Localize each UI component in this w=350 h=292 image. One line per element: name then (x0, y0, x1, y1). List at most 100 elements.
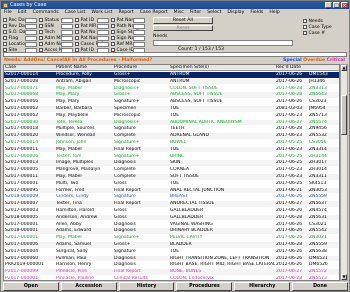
checkbox-icon[interactable] (111, 42, 115, 46)
column-header[interactable]: Specimen Site(s) (170, 65, 209, 70)
table-row[interactable]: S2017-000066 May, Mary Signature+ ABSCESS, … (4, 99, 339, 105)
filter-value-input[interactable] (25, 41, 37, 47)
scroll-up-icon[interactable]: ▲ (341, 65, 347, 71)
table-row[interactable]: S2017-000001 Multi, Two Gross TOE 2017-06-25… (4, 181, 339, 187)
checkbox-icon[interactable] (303, 19, 307, 23)
table-row[interactable]: S2017-000095 Former, Fred Final Report ANAL… (4, 187, 339, 194)
column-header[interactable]: Rec'd Date (276, 65, 301, 70)
reset-all-button[interactable]: Reset All (153, 17, 213, 24)
checkbox-icon[interactable] (111, 30, 115, 34)
checkbox-icon[interactable] (75, 18, 79, 22)
menu-item[interactable]: Edit (18, 10, 27, 15)
search-input[interactable] (3, 52, 347, 57)
table-row[interactable]: P2017-000099 Pinnacle, Pine Final Report BO… (4, 269, 339, 275)
checkbox-icon[interactable] (75, 24, 79, 28)
checkbox-icon[interactable] (39, 18, 43, 22)
close-button[interactable]: × (341, 2, 348, 9)
checkbox-icon[interactable] (39, 36, 43, 40)
menu-item[interactable]: Work List (91, 10, 112, 15)
bottom-button[interactable]: Accession (60, 282, 117, 291)
table-row[interactable]: S2017-000062 May, Maybelle Microscopic TOE 2… (4, 113, 339, 119)
menu-item[interactable]: Help (269, 10, 279, 15)
filter-value-input[interactable] (25, 35, 37, 41)
checkbox-icon[interactable] (303, 31, 307, 35)
checkbox-icon[interactable] (75, 42, 79, 46)
filter-value-input[interactable] (133, 35, 145, 41)
table-row[interactable]: S2017-000001 May, Mabel Signature+ PELVIC C… (4, 235, 339, 241)
scroll-thumb[interactable] (341, 95, 347, 135)
checkbox-icon[interactable] (75, 36, 79, 40)
menu-item[interactable]: Commands (33, 10, 59, 15)
table-row[interactable]: S2018-000005 Anderson, Andrew Gross GALLBLA… (4, 214, 339, 221)
checkbox-icon[interactable] (111, 36, 115, 40)
table-row[interactable]: S2018-000001 Adams, Edward Diagnosis URINAR… (4, 228, 339, 234)
bottom-button[interactable]: Procedures (176, 282, 233, 291)
checkbox-icon[interactable] (111, 24, 115, 28)
table-row[interactable]: S2017-000011 May, Mabel Final Report TOE 201… (4, 146, 339, 153)
table-row[interactable]: S2017-000014 Johnson, John Signature+ BOWEL… (4, 140, 339, 146)
filter-value-input[interactable] (61, 29, 73, 35)
menu-item[interactable]: Report (118, 10, 133, 15)
table-row[interactable]: PRA2019-000001 Harrison, Henry Diagnosis RI… (4, 262, 339, 268)
table-row[interactable]: S2017-000062 Barber, Barbara Specimen TOE 20… (4, 106, 339, 112)
table-row[interactable]: S2017-000018 Multiple, Sources Signature TE… (4, 126, 339, 132)
filter-value-input[interactable] (61, 35, 73, 41)
table-row[interactable]: S2017-000003 Hamilton, Harold Gross GALLBLA… (4, 208, 339, 214)
minimize-button[interactable]: _ (325, 2, 332, 9)
filter-value-input[interactable] (97, 23, 109, 29)
filter-value-input[interactable] (61, 41, 73, 47)
filter-value-input[interactable] (133, 23, 145, 29)
checkbox-icon[interactable] (3, 18, 7, 22)
table-row[interactable]: S2017-000020 Windsor, Wendall Complete ADRE… (4, 133, 339, 139)
menu-item[interactable]: Select (207, 10, 221, 15)
filter-value-input[interactable] (133, 29, 145, 35)
table-row[interactable]: S2017-000007 Tester, Tina Final Report ANOR… (4, 201, 339, 207)
filter-value-input[interactable] (61, 23, 73, 29)
checkbox-icon[interactable] (3, 30, 7, 34)
table-row[interactable]: S2017-000013 Image, Multiples Diagnosis SKI… (4, 160, 339, 166)
menu-item[interactable]: Display (227, 10, 244, 15)
bottom-button[interactable]: Done (292, 282, 348, 291)
checkbox-icon[interactable] (39, 24, 43, 28)
menu-item[interactable]: Misc (174, 10, 184, 15)
checkbox-icon[interactable] (39, 30, 43, 34)
vertical-scrollbar[interactable]: ▲ ▼ (340, 64, 348, 281)
table-row[interactable]: S2017-000005 Mangrove, Madalyn Complete COR… (4, 167, 339, 173)
filter-value-input[interactable] (25, 17, 37, 23)
column-header[interactable]: Patient Name (56, 65, 87, 70)
table-row[interactable]: P2017-000001 Pinnacle, Pauline Clinical Re… (4, 276, 339, 280)
maximize-button[interactable]: □ (333, 2, 340, 9)
table-row[interactable]: S2018-000009 Cinders, Cindy Signature BREAS… (4, 194, 339, 200)
menu-item[interactable]: Fields (250, 10, 263, 15)
filter-value-input[interactable] (97, 29, 109, 35)
table-row[interactable]: S2017-000001 Allen, Abby Diagnosis VAGINAL … (4, 222, 339, 228)
table-row[interactable]: S2017-000006 Tester, Tom Signature+ URINE 20… (4, 154, 339, 160)
table-row[interactable]: S2017-000108 Antram, Abigail Microscopic AN… (4, 78, 339, 85)
menu-item[interactable]: File (4, 10, 12, 15)
table-row[interactable]: S2017-000071 May, Mabel Diagnosis+ COLON, S… (4, 86, 339, 92)
reset-button[interactable]: Reset (153, 25, 213, 31)
column-header[interactable]: Procedure (114, 65, 137, 70)
filter-value-input[interactable] (97, 41, 109, 47)
checkbox-icon[interactable] (303, 25, 307, 29)
table-row[interactable]: S2017-000006 Adams, Samuel Gross+ BLADDER 20… (4, 242, 339, 248)
bottom-button[interactable]: Hierarchy (234, 282, 291, 291)
menu-item[interactable]: Case Report (140, 10, 168, 15)
table-row[interactable]: S2017-000004 Surgical, Sally Signature TOE 2… (4, 249, 339, 255)
filter-value-input[interactable] (97, 17, 109, 23)
scroll-down-icon[interactable]: ▼ (341, 274, 347, 280)
checkbox-icon[interactable] (3, 24, 7, 28)
bottom-button[interactable]: History (118, 282, 175, 291)
checkbox-icon[interactable] (39, 42, 43, 46)
table-row[interactable]: S2017-000114 Procedure, Polly Gross+ ANTRUM… (4, 72, 339, 78)
needs-input[interactable] (153, 40, 293, 46)
column-header[interactable]: Case (5, 65, 16, 70)
filter-value-input[interactable] (133, 41, 145, 47)
table-row[interactable]: S2017-000060 Pullman, Paul Diagnosis RIGHT … (4, 255, 339, 262)
filter-value-input[interactable] (133, 17, 145, 23)
checkbox-icon[interactable] (111, 18, 115, 22)
table-row[interactable]: S2017-000030 Tote, Teresa Diagnosis+ ABDOMI… (4, 119, 339, 126)
table-row[interactable]: S2017-000068 May, Mary Gross+ ABSCESS, SOFT… (4, 92, 339, 98)
bottom-button[interactable]: Open (3, 282, 59, 291)
filter-value-input[interactable] (97, 35, 109, 41)
